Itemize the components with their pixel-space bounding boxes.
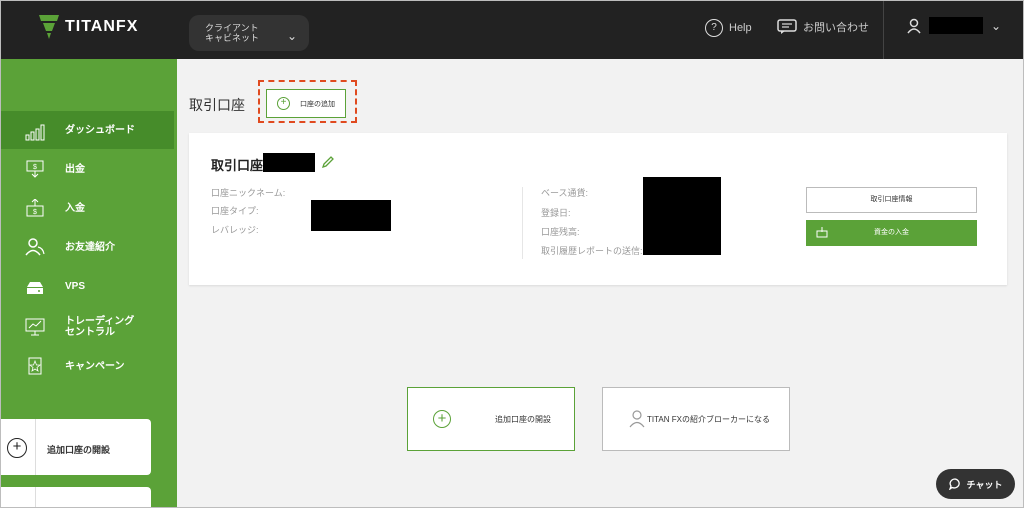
contact-label: お問い合わせ <box>803 22 869 34</box>
chat-label: チャット <box>966 479 1003 490</box>
bar-chart-icon <box>25 124 45 141</box>
cabinet-label: クライアント キャビネット <box>205 23 260 43</box>
user-icon <box>629 410 645 428</box>
account-card: 取引口座 口座ニックネーム: 口座タイプ: レバレッジ: ベース通貨: 登録日:… <box>189 133 1007 285</box>
svg-text:$: $ <box>33 164 37 171</box>
sidebar-item-label: 出金 <box>65 163 85 175</box>
become-broker-button[interactable]: TITAN FXの紹介ブローカーになる <box>602 387 790 451</box>
card-divider <box>35 487 36 507</box>
chat-button[interactable]: チャット <box>936 469 1015 499</box>
page-title: 取引口座 <box>189 97 245 113</box>
account-type-label: 口座タイプ: <box>211 206 259 216</box>
sidebar-item-deposit[interactable]: $ 入金 <box>1 189 177 227</box>
sidebar-item-vps[interactable]: VPS <box>1 267 177 305</box>
contact-link[interactable]: お問い合わせ <box>777 19 869 35</box>
chat-bubble-icon <box>777 19 797 34</box>
user-menu[interactable]: ⌄ <box>907 17 1001 34</box>
plus-circle-icon: + <box>7 438 27 458</box>
account-values-redacted <box>643 177 721 255</box>
nickname-label: 口座ニックネーム: <box>211 188 286 198</box>
app-window: TITANFX クライアント キャビネット ⌄ ? Help お問い合わせ ⌄ … <box>0 0 1024 508</box>
user-icon <box>907 18 921 33</box>
balance-label: 口座残高: <box>541 227 580 237</box>
campaign-icon <box>28 357 42 375</box>
withdraw-icon: $ <box>26 160 44 178</box>
report-label: 取引履歴レポートの送信: <box>541 246 643 256</box>
account-title: 取引口座 <box>211 158 264 173</box>
card-divider <box>522 187 523 259</box>
sidebar-broker-card[interactable] <box>1 487 151 507</box>
server-icon <box>27 282 43 294</box>
sidebar-item-label: ダッシュボード <box>65 124 135 136</box>
open-account-button-label: 追加口座の開設 <box>495 414 551 424</box>
sidebar-item-label: 入金 <box>65 202 85 214</box>
brand-logo[interactable]: TITANFX <box>39 15 138 39</box>
plus-circle-icon: + <box>277 97 290 110</box>
become-broker-label: TITAN FXの紹介ブローカーになる <box>647 414 770 424</box>
client-cabinet-dropdown[interactable]: クライアント キャビネット ⌄ <box>189 15 309 51</box>
chat-bubble-icon <box>948 478 960 490</box>
deposit-icon <box>816 227 828 238</box>
add-account-label: 口座の追加 <box>300 100 335 108</box>
base-currency-label: ベース通貨: <box>541 188 589 198</box>
sidebar: ダッシュボード $ 出金 $ 入金 お友達紹介 VPS トレーディング セントラ… <box>1 59 177 507</box>
sidebar-item-referral[interactable]: お友達紹介 <box>1 228 177 266</box>
brand-name: TITANFX <box>65 18 139 35</box>
sidebar-item-campaign[interactable]: キャンペーン <box>1 347 177 385</box>
account-info-button[interactable]: 取引口座情報 <box>806 187 977 213</box>
leverage-label: レバレッジ: <box>211 225 259 235</box>
users-icon <box>25 238 45 256</box>
chevron-down-icon: ⌄ <box>287 29 298 43</box>
sidebar-item-label: VPS <box>65 280 86 292</box>
sidebar-item-dashboard[interactable]: ダッシュボード <box>1 111 174 149</box>
plus-circle-icon: + <box>433 410 451 428</box>
account-details-redacted <box>311 200 391 231</box>
account-number-redacted <box>263 153 315 172</box>
open-account-label: 追加口座の開設 <box>47 445 111 455</box>
svg-text:$: $ <box>33 209 37 216</box>
header-divider <box>883 1 884 59</box>
titanfx-logo-icon <box>39 15 59 39</box>
card-divider <box>35 419 36 475</box>
sidebar-item-label: キャンペーン <box>65 360 125 372</box>
top-bar: TITANFX クライアント キャビネット ⌄ ? Help お問い合わせ ⌄ <box>1 1 1023 59</box>
sidebar-item-label: お友達紹介 <box>65 241 115 253</box>
sidebar-item-withdraw[interactable]: $ 出金 <box>1 150 177 188</box>
deposit-icon: $ <box>26 199 44 217</box>
sidebar-item-trading-central[interactable]: トレーディング セントラル <box>1 308 177 346</box>
chevron-down-icon: ⌄ <box>991 18 1002 33</box>
deposit-button[interactable]: 資金の入金 <box>806 220 977 246</box>
registration-date-label: 登録日: <box>541 208 571 218</box>
help-label: Help <box>729 22 752 34</box>
add-account-button[interactable]: + 口座の追加 <box>266 89 346 118</box>
user-name-redacted <box>929 17 983 34</box>
open-account-button[interactable]: + 追加口座の開設 <box>407 387 575 451</box>
pencil-icon[interactable] <box>321 155 335 169</box>
help-icon: ? <box>705 19 723 37</box>
monitor-chart-icon <box>25 318 45 336</box>
sidebar-item-label: トレーディング セントラル <box>65 316 135 338</box>
deposit-button-label: 資金の入金 <box>874 229 909 236</box>
help-link[interactable]: ? Help <box>705 19 752 37</box>
sidebar-open-account-card[interactable]: + 追加口座の開設 <box>1 419 151 475</box>
